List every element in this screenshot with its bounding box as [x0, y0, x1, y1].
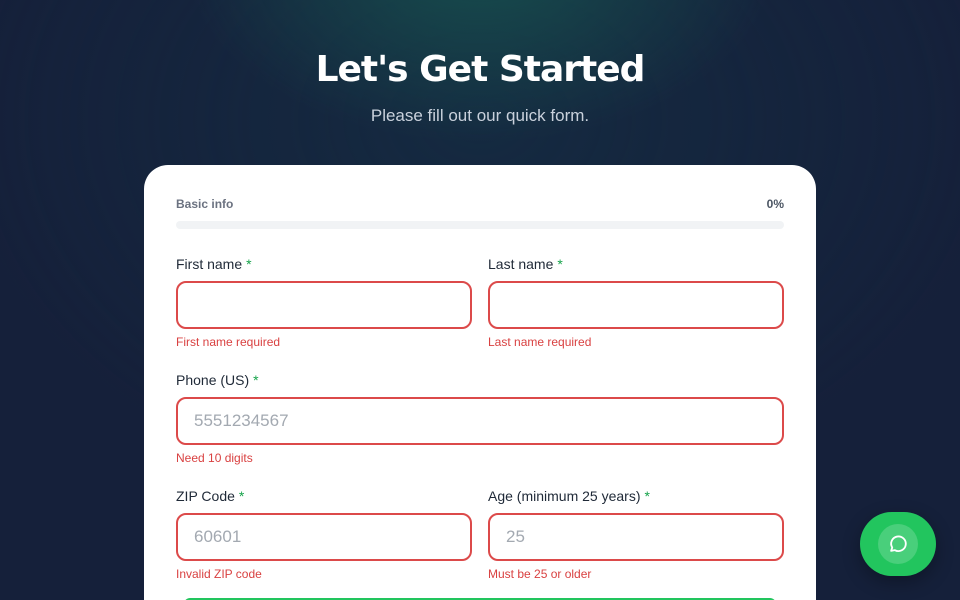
zip-age-row: ZIP Code* Invalid ZIP code Age (minimum …: [176, 487, 784, 581]
age-error: Must be 25 or older: [488, 567, 592, 581]
last-name-input[interactable]: [488, 281, 784, 329]
required-mark: *: [246, 256, 252, 272]
progress-section-label: Basic info: [176, 197, 234, 211]
chat-bubble-icon: [878, 524, 918, 564]
first-name-field: First name * First name required: [176, 255, 472, 349]
last-name-error: Last name required: [488, 335, 592, 349]
zip-field: ZIP Code* Invalid ZIP code: [176, 487, 472, 581]
hero: Let's Get Started Please fill out our qu…: [0, 48, 960, 126]
required-mark: *: [644, 488, 650, 504]
age-input[interactable]: [488, 513, 784, 561]
chat-button[interactable]: [860, 512, 936, 576]
progress-bar: [176, 221, 784, 229]
zip-input[interactable]: [176, 513, 472, 561]
required-mark: *: [253, 372, 259, 388]
age-field: Age (minimum 25 years)* Must be 25 or ol…: [488, 487, 784, 581]
zip-label: ZIP Code *: [176, 488, 245, 504]
zip-error: Invalid ZIP code: [176, 567, 262, 581]
phone-input[interactable]: [176, 397, 784, 445]
phone-field: Phone (US)* Need 10 digits: [176, 371, 784, 465]
progress-percent: 0%: [766, 197, 784, 211]
phone-label: Phone (US) *: [176, 372, 259, 388]
first-name-input[interactable]: [176, 281, 472, 329]
age-label: Age (minimum 25 years) *: [488, 488, 650, 504]
required-mark: *: [557, 256, 563, 272]
page-title: Let's Get Started: [315, 49, 646, 90]
first-name-error: First name required: [176, 335, 281, 349]
last-name-label: Last name *: [488, 256, 563, 272]
last-name-field: Last name * Last name required: [488, 255, 784, 349]
first-name-label: First name *: [176, 256, 252, 272]
page-subtitle: Please fill out our quick form.: [370, 106, 590, 125]
required-mark: *: [238, 488, 245, 504]
phone-row: Phone (US)* Need 10 digits: [176, 371, 784, 465]
progress-header: Basic info 0%: [176, 197, 784, 211]
name-row: First name * First name required Last nam…: [176, 255, 784, 349]
form-card: Basic info 0% First name * First name req…: [144, 165, 816, 600]
phone-error: Need 10 digits: [176, 451, 253, 465]
